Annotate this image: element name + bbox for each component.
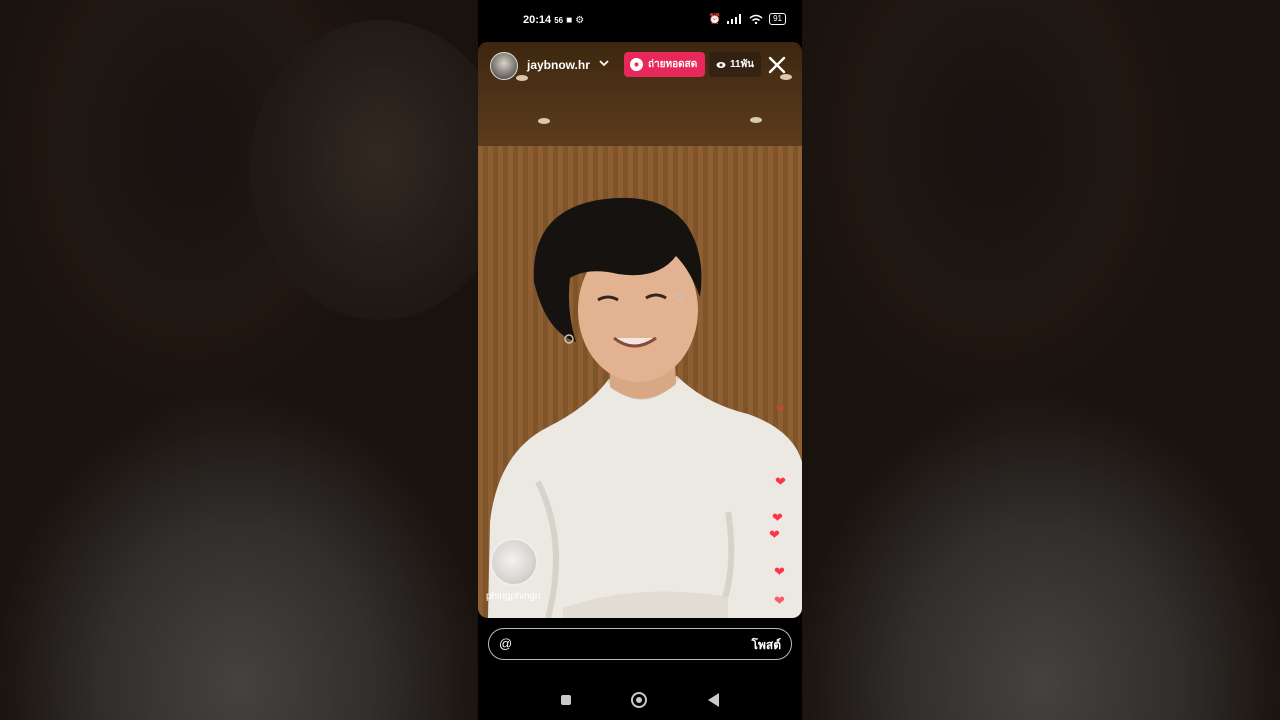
comment-bar: @ โพสต์ xyxy=(488,628,792,660)
viewer-count-badge[interactable]: 11พัน xyxy=(709,52,761,77)
heart-icon: ❤ xyxy=(774,593,785,608)
live-broadcast-icon xyxy=(630,58,643,71)
blurred-background-left xyxy=(0,0,510,720)
close-icon[interactable] xyxy=(766,54,788,76)
wifi-icon xyxy=(749,14,763,24)
alarm-icon: ⏰ xyxy=(708,13,722,25)
heart-icon: ❤ xyxy=(769,527,780,542)
live-video[interactable]: jaybnow.hr ถ่ายทอดสด 11พัน phingphingn ❤… xyxy=(478,42,802,618)
clock-time: 20:14 xyxy=(523,14,552,26)
status-bar: 20:14 56 ■ ⚙ ⏰ 91 xyxy=(478,0,802,42)
guest-name: phingphingn xyxy=(486,591,541,602)
status-time: 20:14 56 ■ ⚙ xyxy=(523,14,584,26)
live-label: ถ่ายทอดสด xyxy=(648,59,698,70)
clock-seconds: 56 xyxy=(554,16,564,25)
phone-screen: 20:14 56 ■ ⚙ ⏰ 91 jaybnow.hr ถ่ายทอดสด 1… xyxy=(478,0,802,720)
battery-indicator: 91 xyxy=(769,13,786,25)
guest-avatar[interactable] xyxy=(490,538,538,586)
mention-symbol: @ xyxy=(499,636,513,651)
guest-viewer[interactable]: phingphingn xyxy=(486,538,550,602)
heart-icon: ❤ xyxy=(775,402,786,417)
post-button[interactable]: โพสต์ xyxy=(752,636,781,655)
status-icons: ⏰ 91 xyxy=(709,13,786,25)
viewer-count: 11พัน xyxy=(730,59,754,70)
eye-icon xyxy=(716,61,726,68)
live-badge-button[interactable]: ถ่ายทอดสด xyxy=(624,52,706,77)
chevron-down-icon[interactable] xyxy=(598,57,610,69)
heart-icon: ❤ xyxy=(775,474,786,489)
system-navigation-bar xyxy=(478,680,802,720)
back-button[interactable] xyxy=(708,693,719,707)
heart-icon: ❤ xyxy=(774,564,785,579)
comment-input[interactable] xyxy=(515,633,739,655)
streamer-video-frame xyxy=(488,197,802,618)
recent-apps-button[interactable] xyxy=(561,695,571,705)
blurred-background-right xyxy=(802,0,1280,720)
heart-icon: ❤ xyxy=(772,510,783,525)
username[interactable]: jaybnow.hr xyxy=(527,58,590,72)
signal-icon xyxy=(727,14,742,24)
video-camera-icon: ■ xyxy=(566,15,573,26)
gear-icon: ⚙ xyxy=(575,15,585,26)
home-button[interactable] xyxy=(631,692,647,708)
avatar[interactable] xyxy=(490,52,518,80)
live-header: jaybnow.hr ถ่ายทอดสด 11พัน xyxy=(490,52,790,80)
